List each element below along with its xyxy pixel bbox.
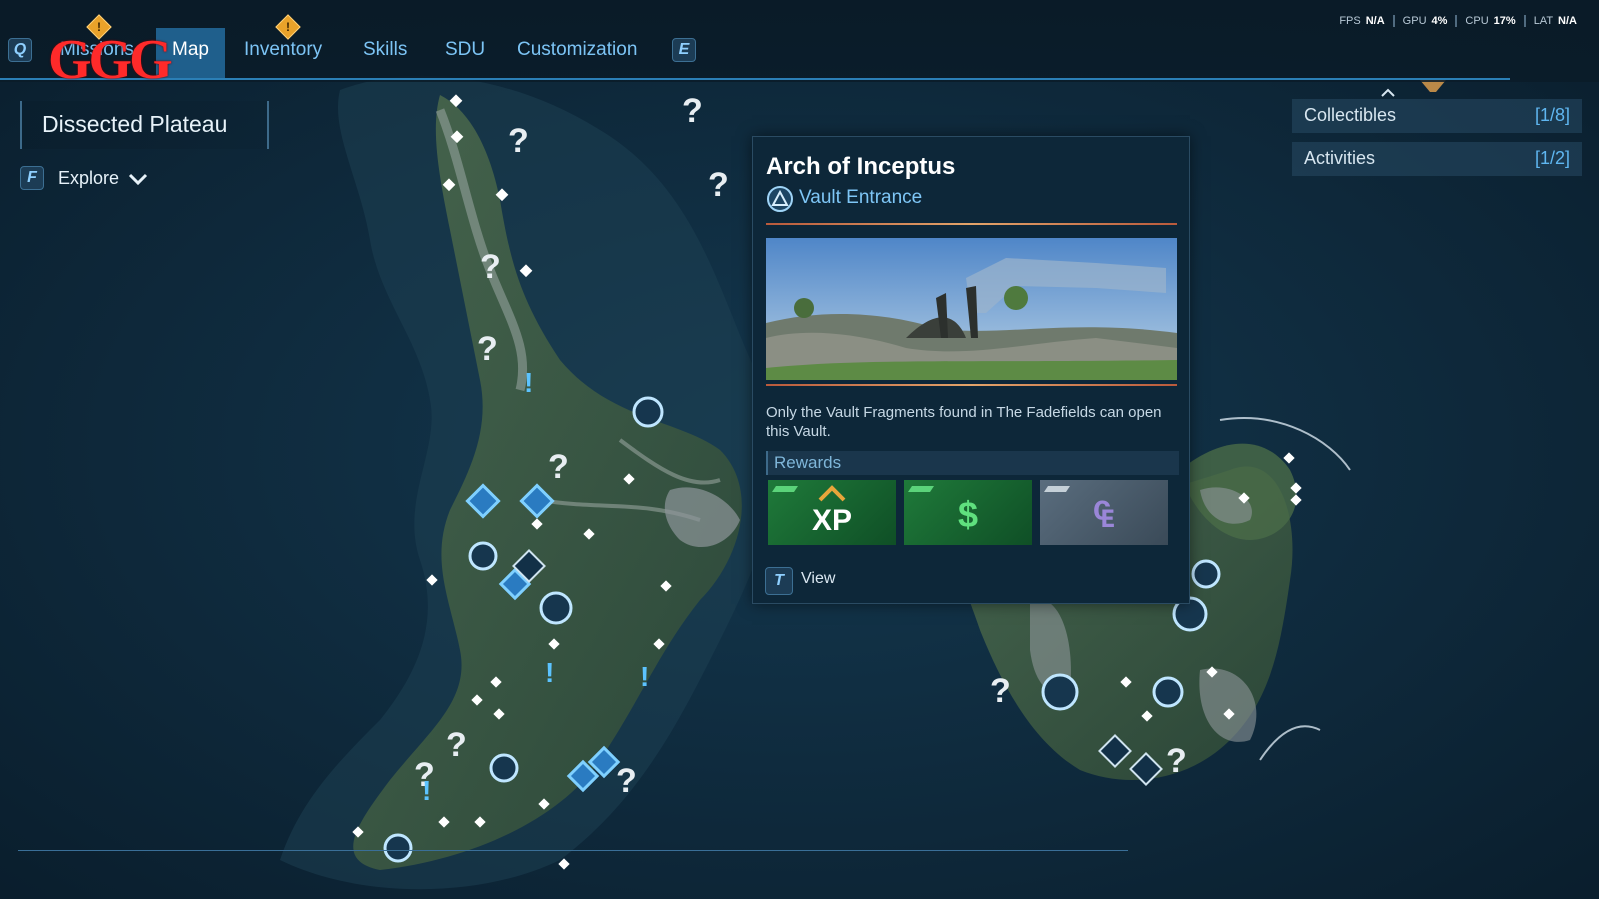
reward-eridium-text: ₠ xyxy=(1093,494,1115,535)
stat-gpu: GPU 4% xyxy=(1395,15,1458,27)
stat-fps-value: N/A xyxy=(1365,15,1385,27)
prev-tab-key-hint[interactable]: Q xyxy=(8,38,32,62)
stat-cpu-value: 17% xyxy=(1493,15,1516,27)
svg-text:?: ? xyxy=(708,166,729,204)
svg-text:!: ! xyxy=(545,657,554,688)
vault-icon xyxy=(767,186,793,212)
next-tab-key-hint[interactable]: E xyxy=(672,38,696,62)
explore-label: Explore xyxy=(58,168,120,188)
rewards-header: Rewards xyxy=(766,451,1179,475)
bottom-divider xyxy=(18,850,1128,851)
location-preview-image xyxy=(766,238,1177,380)
inventory-alert-glyph: ! xyxy=(286,20,290,34)
chevron-down-icon xyxy=(128,174,148,186)
top-bar-divider xyxy=(0,78,1510,80)
svg-text:?: ? xyxy=(508,122,529,160)
activities-row[interactable]: Activities [1/2] xyxy=(1292,142,1582,176)
performance-stats: FPS N/A GPU 4% CPU 17% LAT N/A xyxy=(1331,15,1585,27)
collectibles-label: Collectibles xyxy=(1304,105,1397,125)
stat-cpu-label: CPU xyxy=(1465,15,1489,27)
svg-text:?: ? xyxy=(477,330,498,368)
region-title: Dissected Plateau xyxy=(42,111,228,137)
channel-logo: GGG xyxy=(48,29,173,91)
collapse-chevron-up-icon[interactable] xyxy=(1380,88,1396,98)
svg-text:?: ? xyxy=(990,672,1011,710)
divider xyxy=(766,223,1177,225)
location-type: Vault Entrance xyxy=(799,187,923,208)
divider xyxy=(766,384,1177,386)
tab-customization[interactable]: Customization xyxy=(517,30,637,78)
top-navigation-bar xyxy=(0,0,1599,82)
explore-dropdown[interactable]: Explore xyxy=(58,168,148,189)
stat-cpu: CPU 17% xyxy=(1457,15,1526,27)
collectibles-row[interactable]: Collectibles [1/8] xyxy=(1292,99,1582,133)
reward-cash[interactable]: $ xyxy=(904,480,1032,545)
svg-text:?: ? xyxy=(1166,742,1187,780)
stat-lat: LAT N/A xyxy=(1526,15,1585,27)
stat-gpu-value: 4% xyxy=(1431,15,1448,27)
stat-fps-label: FPS xyxy=(1339,15,1361,27)
svg-text:!: ! xyxy=(422,775,431,806)
explore-key-hint[interactable]: F xyxy=(20,166,44,190)
region-title-box: Dissected Plateau xyxy=(20,101,269,149)
tab-inventory[interactable]: Inventory xyxy=(244,30,322,78)
collectibles-count: [1/8] xyxy=(1534,105,1570,125)
location-description: Only the Vault Fragments found in The Fa… xyxy=(766,404,1162,440)
tab-skills[interactable]: Skills xyxy=(363,30,407,78)
reward-xp[interactable]: XP xyxy=(768,480,896,545)
location-title: Arch of Inceptus xyxy=(766,153,956,180)
reward-cash-text: $ xyxy=(957,494,979,535)
svg-text:?: ? xyxy=(616,762,637,800)
stat-fps: FPS N/A xyxy=(1331,15,1395,27)
stat-lat-label: LAT xyxy=(1533,15,1554,27)
reward-xp-text: XP xyxy=(811,504,853,537)
svg-text:!: ! xyxy=(524,367,533,398)
view-button[interactable]: View xyxy=(801,570,835,588)
svg-text:?: ? xyxy=(548,448,569,486)
stat-gpu-label: GPU xyxy=(1402,15,1427,27)
stat-lat-value: N/A xyxy=(1558,15,1577,27)
view-key-hint[interactable]: T xyxy=(765,567,793,595)
rewards-label: Rewards xyxy=(774,453,842,472)
reward-eridium[interactable]: ₠ xyxy=(1040,480,1168,545)
svg-text:!: ! xyxy=(640,661,649,692)
svg-text:?: ? xyxy=(480,248,501,286)
svg-text:?: ? xyxy=(446,726,467,764)
tab-sdu[interactable]: SDU xyxy=(445,30,485,78)
svg-text:?: ? xyxy=(682,92,703,130)
activities-label: Activities xyxy=(1304,148,1376,168)
location-info-popup: Arch of Inceptus Vault Entrance Only the… xyxy=(752,136,1190,604)
activities-count: [1/2] xyxy=(1534,148,1570,168)
